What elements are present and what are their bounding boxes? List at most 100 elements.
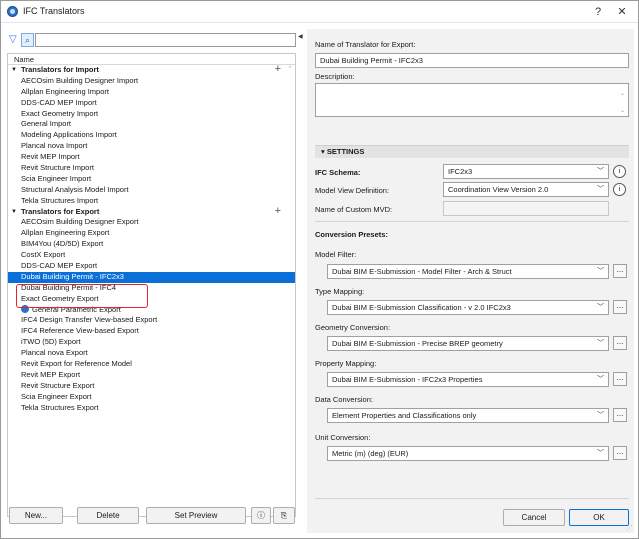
window-title: IFC Translators <box>23 6 85 16</box>
data-conversion-more-button[interactable]: ... <box>613 408 627 422</box>
list-item[interactable]: Revit Export for Reference Model <box>8 359 295 370</box>
list-item-label: BIM4You (4D/5D) Export <box>21 239 104 249</box>
list-item[interactable]: AECOsim Building Designer Import <box>8 76 295 87</box>
close-button[interactable]: ✕ <box>613 4 631 20</box>
list-item-label: IFC4 Reference View-based Export <box>21 326 139 336</box>
unit-conversion-more-button[interactable]: ... <box>613 446 627 460</box>
list-item-label: Revit Structure Import <box>21 163 94 173</box>
translator-settings-pane: Name of Translator for Export: Dubai Bui… <box>307 29 634 533</box>
list-item[interactable]: iTWO (5D) Export <box>8 337 295 348</box>
property-mapping-label: Property Mapping: <box>315 359 377 368</box>
type-mapping-select[interactable]: Dubai BIM E-Submission Classification - … <box>327 300 609 315</box>
chevron-down-icon: ﹀ <box>597 450 604 457</box>
list-item-label: DDS-CAD MEP Import <box>21 97 97 107</box>
list-item[interactable]: Structural Analysis Model Import <box>8 185 295 196</box>
model-filter-select[interactable]: Dubai BIM E-Submission - Model Filter - … <box>327 264 609 279</box>
property-mapping-more-button[interactable]: ... <box>613 372 627 386</box>
unit-conversion-value: Metric (m) (deg) (EUR) <box>332 449 409 458</box>
list-item[interactable]: Revit Structure Import <box>8 163 295 174</box>
set-preview-button[interactable]: Set Preview <box>146 507 246 524</box>
expand-caret-icon[interactable]: ▼ <box>11 65 17 76</box>
cancel-button[interactable]: Cancel <box>503 509 565 526</box>
type-mapping-more-button[interactable]: ... <box>613 300 627 314</box>
list-item[interactable]: Tekla Structures Import <box>8 196 295 207</box>
chevron-down-icon: ﹀ <box>597 376 604 383</box>
list-item[interactable]: DDS-CAD MEP Import <box>8 98 295 109</box>
resize-grip-icon[interactable]: ⋰ <box>626 524 633 532</box>
property-mapping-select[interactable]: Dubai BIM E-Submission - IFC2x3 Properti… <box>327 372 609 387</box>
model-filter-value: Dubai BIM E-Submission - Model Filter - … <box>332 267 512 276</box>
data-conversion-select[interactable]: Element Properties and Classifications o… <box>327 408 609 423</box>
group-label: Translators for Import <box>21 65 99 74</box>
settings-section-header[interactable]: ▾ SETTINGS <box>315 145 629 158</box>
list-item[interactable]: BIM4You (4D/5D) Export <box>8 239 295 250</box>
list-group-header[interactable]: ▼ Translators for Import + ⌃ <box>8 64 295 76</box>
list-item[interactable]: Allplan Engineering Import <box>8 87 295 98</box>
data-conversion-label: Data Conversion: <box>315 395 373 404</box>
expand-caret-icon[interactable]: ▼ <box>11 207 17 218</box>
unit-conversion-select[interactable]: Metric (m) (deg) (EUR) ﹀ <box>327 446 609 461</box>
list-item-label: AECOsim Building Designer Export <box>21 217 139 227</box>
import-file-button[interactable]: ⎘ <box>273 507 295 524</box>
help-button[interactable]: ? <box>589 4 607 20</box>
list-item[interactable]: Modeling Applications Import <box>8 130 295 141</box>
list-item-label: Tekla Structures Import <box>21 195 99 205</box>
mvd-info-icon[interactable]: i <box>613 183 626 196</box>
list-item[interactable]: Plancal nova Import <box>8 141 295 152</box>
add-translator-icon[interactable]: + <box>275 205 281 217</box>
list-item[interactable]: General Import <box>8 119 295 130</box>
list-item-label: Plancal nova Import <box>21 141 88 151</box>
ifc-schema-info-icon[interactable]: i <box>613 165 626 178</box>
new-button[interactable]: New... <box>9 507 63 524</box>
model-filter-label: Model Filter: <box>315 250 357 259</box>
mvd-value: Coordination View Version 2.0 <box>448 185 549 194</box>
list-item[interactable]: CostX Export <box>8 250 295 261</box>
list-item-label: Allplan Engineering Import <box>21 86 109 96</box>
description-field[interactable]: ⌃ ⌄ <box>315 83 629 117</box>
list-item[interactable]: Exact Geometry Import <box>8 109 295 120</box>
scroll-up-icon[interactable]: ⌃ <box>287 65 293 76</box>
list-item-label: Exact Geometry Import <box>21 108 99 118</box>
ifc-schema-select[interactable]: IFC2x3 ﹀ <box>443 164 609 179</box>
list-item[interactable]: Revit MEP Import <box>8 152 295 163</box>
list-item[interactable]: Tekla Structures Export <box>8 403 295 414</box>
delete-button[interactable]: Delete <box>77 507 139 524</box>
add-translator-icon[interactable]: + <box>275 64 281 75</box>
list-group-header[interactable]: ▼ Translators for Export + <box>8 205 295 218</box>
info-button[interactable]: ⓘ <box>251 507 271 524</box>
ifc-schema-value: IFC2x3 <box>448 167 473 176</box>
column-header-name[interactable]: Name <box>8 54 295 65</box>
textarea-scroll-icon[interactable]: ⌃ ⌄ <box>620 90 625 118</box>
search-input[interactable] <box>35 33 296 47</box>
pane-splitter[interactable]: ◀ <box>298 23 304 533</box>
list-item[interactable]: Plancal nova Export <box>8 348 295 359</box>
filter-icon[interactable]: ▽ <box>9 34 21 46</box>
list-item[interactable]: Scia Engineer Export <box>8 392 295 403</box>
translator-name-field[interactable]: Dubai Building Permit - IFC2x3 <box>315 53 629 68</box>
list-item-label: Structural Analysis Model Import <box>21 184 129 194</box>
ok-button[interactable]: OK <box>569 509 629 526</box>
conversion-presets-label: Conversion Presets: <box>315 230 388 239</box>
list-item[interactable]: AECOsim Building Designer Export <box>8 217 295 228</box>
list-item-label: iTWO (5D) Export <box>21 337 81 347</box>
type-mapping-label: Type Mapping: <box>315 287 365 296</box>
list-item[interactable]: Scia Engineer Import <box>8 174 295 185</box>
mvd-select[interactable]: Coordination View Version 2.0 ﹀ <box>443 182 609 197</box>
list-item[interactable]: Revit MEP Export <box>8 370 295 381</box>
list-item[interactable]: DDS-CAD MEP Export <box>8 261 295 272</box>
chevron-down-icon: ﹀ <box>597 168 604 175</box>
list-buttons: New... Delete Set Preview ⓘ ⎘ <box>7 507 296 525</box>
type-mapping-value: Dubai BIM E-Submission Classification - … <box>332 303 511 312</box>
list-item-label: Plancal nova Export <box>21 348 88 358</box>
collapse-arrow-icon[interactable]: ◀ <box>298 33 303 40</box>
list-item[interactable]: Allplan Engineering Export <box>8 228 295 239</box>
model-filter-more-button[interactable]: ... <box>613 264 627 278</box>
geometry-conversion-select[interactable]: Dubai BIM E-Submission - Precise BREP ge… <box>327 336 609 351</box>
geometry-conversion-more-button[interactable]: ... <box>613 336 627 350</box>
custom-mvd-label: Name of Custom MVD: <box>315 205 393 214</box>
list-item[interactable]: Dubai Building Permit - IFC2x3 <box>8 271 295 283</box>
list-item[interactable]: IFC4 Reference View-based Export <box>8 326 295 337</box>
list-item[interactable]: Revit Structure Export <box>8 381 295 392</box>
list-item[interactable]: IFC4 Design Transfer View-based Export <box>8 315 295 326</box>
search-icon[interactable]: ⌕ <box>21 33 34 47</box>
